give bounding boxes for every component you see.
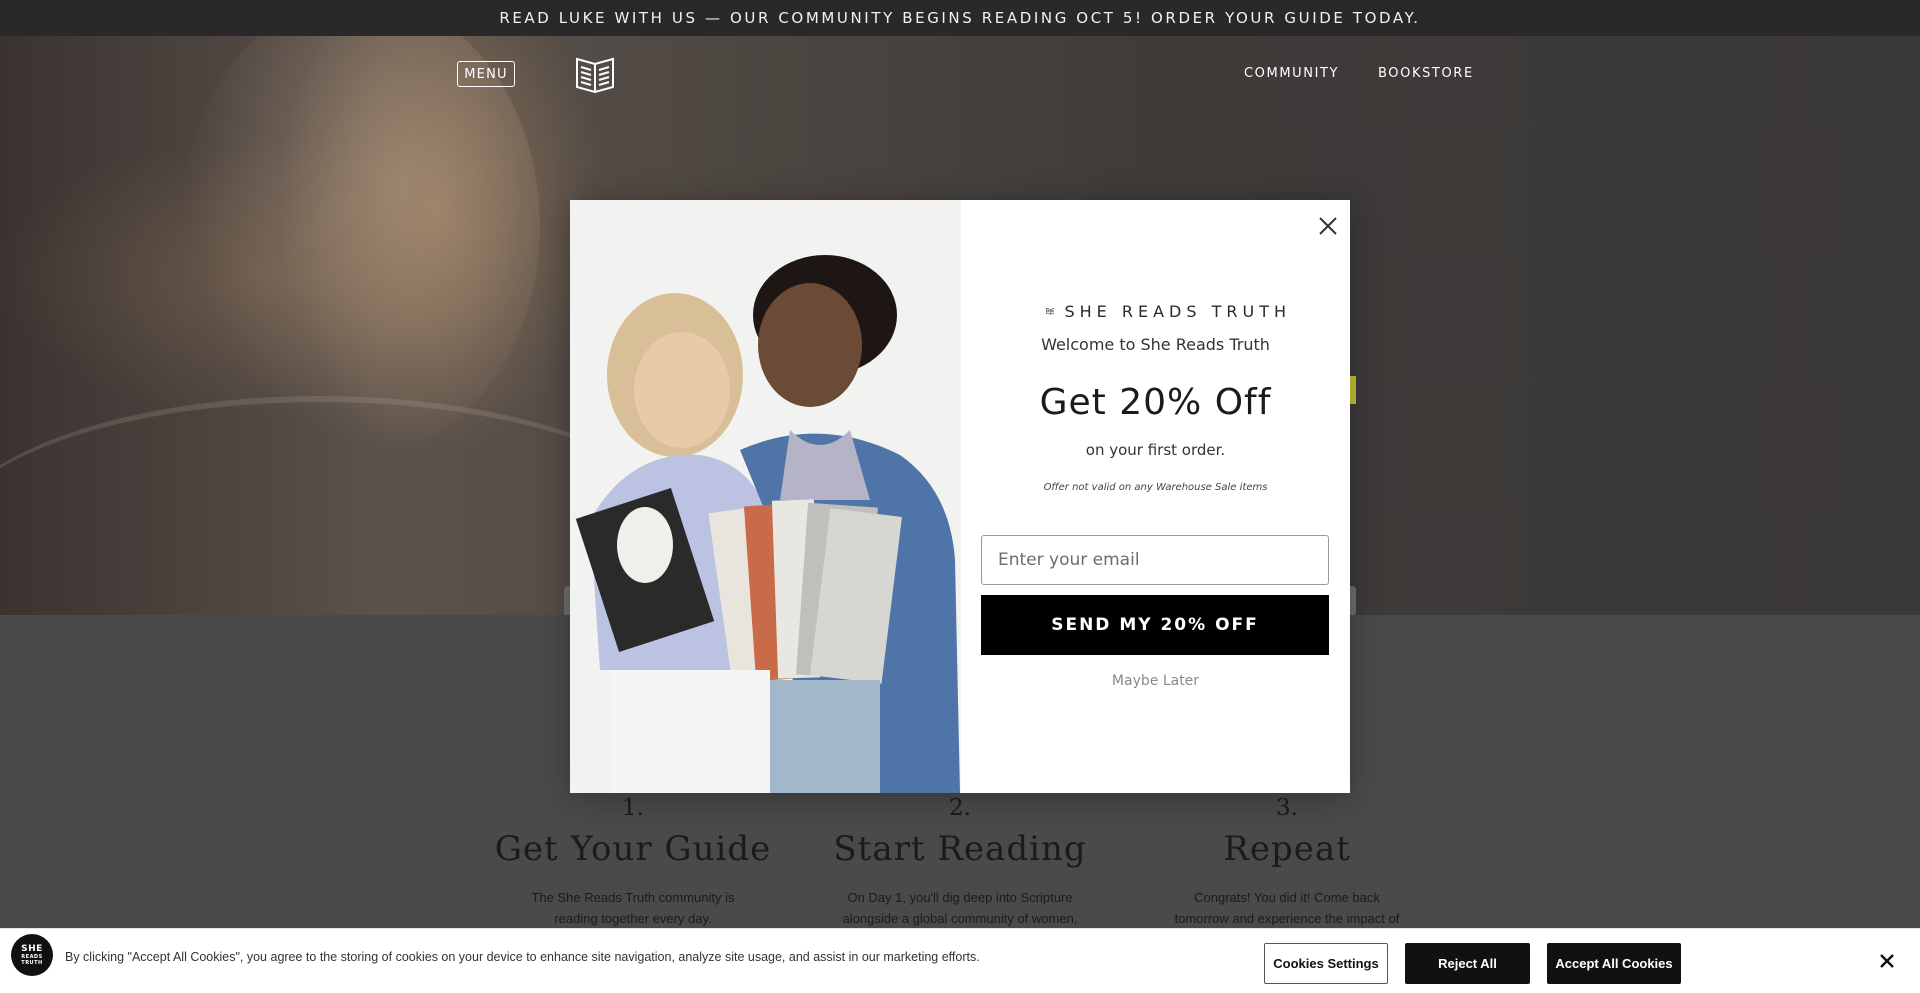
badge-line: SHE [21, 943, 43, 954]
announcement-text[interactable]: READ LUKE WITH US — OUR COMMUNITY BEGINS… [499, 9, 1420, 27]
maybe-later-link[interactable]: Maybe Later [961, 673, 1350, 689]
discount-modal: SHE READS TRUTH Welcome to She Reads Tru… [570, 200, 1350, 793]
modal-photo [570, 200, 961, 793]
badge-line: READS [21, 953, 43, 960]
send-discount-button[interactable]: SEND MY 20% OFF [981, 595, 1329, 655]
modal-subheadline: on your first order. [1085, 441, 1226, 459]
brand-badge-logo: SHE READS TRUTH [11, 934, 53, 976]
badge-line: TRUTH [21, 959, 43, 966]
accept-all-cookies-button[interactable]: Accept All Cookies [1547, 943, 1681, 984]
cookie-banner: SHE READS TRUTH By clicking "Accept All … [0, 928, 1920, 993]
modal-fine-print: Offer not valid on any Warehouse Sale it… [1043, 482, 1268, 493]
close-icon[interactable] [1315, 213, 1341, 239]
brand-name: SHE READS TRUTH [1064, 301, 1291, 321]
cookie-notice-text: By clicking "Accept All Cookies", you ag… [65, 950, 980, 964]
book-logo-icon [1046, 307, 1055, 315]
close-icon[interactable] [1877, 951, 1897, 971]
modal-headline: Get 20% Off [1039, 382, 1272, 423]
reject-all-button[interactable]: Reject All [1405, 943, 1530, 984]
modal-brand: SHE READS TRUTH [1046, 300, 1291, 322]
two-women-holding-books-image [570, 200, 961, 793]
announcement-bar[interactable]: READ LUKE WITH US — OUR COMMUNITY BEGINS… [0, 0, 1920, 36]
email-field[interactable] [981, 535, 1329, 585]
cookies-settings-button[interactable]: Cookies Settings [1264, 943, 1388, 984]
modal-welcome: Welcome to She Reads Truth [1041, 335, 1270, 354]
